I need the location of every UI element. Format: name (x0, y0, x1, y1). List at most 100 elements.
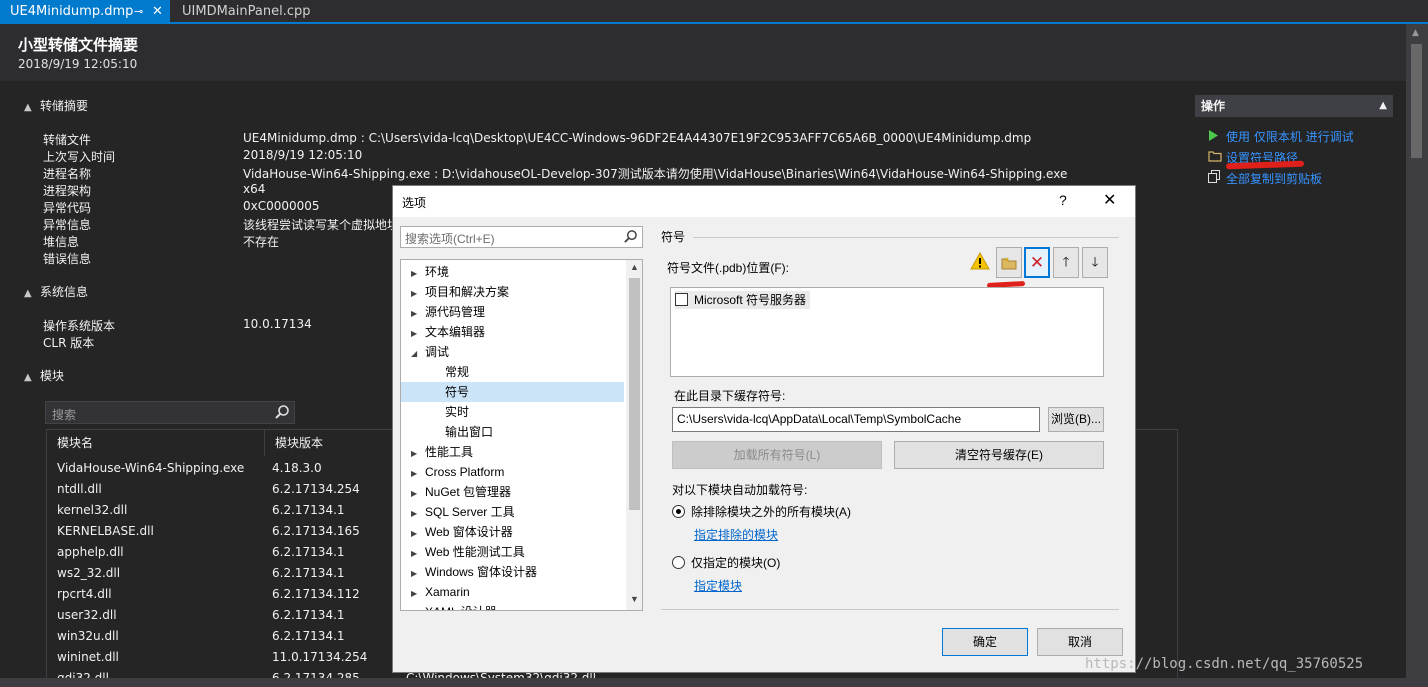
tree-item-label: XAML 设计器 (425, 605, 497, 610)
tree-item[interactable]: ▶ SQL Server 工具 (401, 502, 624, 522)
tree-item[interactable]: ▶ Xamarin (401, 582, 624, 602)
page-header: 小型转储文件摘要 2018/9/19 12:05:10 (0, 24, 1406, 81)
tree-item[interactable]: ▶ Windows 窗体设计器 (401, 562, 624, 582)
tree-item[interactable]: ▶ Cross Platform (401, 462, 624, 482)
ok-button[interactable]: 确定 (942, 628, 1028, 656)
tree-scrollbar[interactable]: ▲ ▼ (626, 260, 642, 610)
tree-item-label: 项目和解决方案 (425, 285, 510, 299)
radio-button[interactable] (672, 556, 685, 569)
load-all-symbols-button[interactable]: 加载所有符号(L) (672, 441, 882, 469)
scroll-down-icon[interactable]: ▼ (630, 594, 639, 604)
module-version-cell: 6.2.17134.165 (272, 524, 360, 538)
section-title: 转储摘要 (40, 99, 89, 113)
collapse-icon[interactable]: ◢ (411, 344, 425, 364)
expand-icon[interactable]: ▶ (411, 324, 425, 344)
scrollbar-thumb[interactable] (1411, 44, 1422, 158)
heading-divider (693, 237, 1119, 238)
copy-all-to-clipboard-link[interactable]: 全部复制到剪贴板 (1208, 170, 1322, 187)
pin-icon[interactable]: ⊸ (134, 0, 143, 24)
module-version-cell: 6.2.17134.112 (272, 587, 360, 601)
clear-symbol-cache-button[interactable]: 清空符号缓存(E) (894, 441, 1104, 469)
cache-dir-input[interactable]: C:\Users\vida-lcq\AppData\Local\Temp\Sym… (672, 407, 1040, 432)
section-system-info[interactable]: ▲ 系统信息 (24, 283, 88, 300)
symbol-server-item[interactable]: Microsoft 符号服务器 (675, 291, 811, 309)
tree-item[interactable]: ▶ 环境 (401, 262, 624, 282)
tree-item[interactable]: 常规 (401, 362, 624, 382)
cancel-button[interactable]: 取消 (1037, 628, 1123, 656)
module-name-cell: apphelp.dll (57, 545, 124, 559)
search-icon[interactable] (623, 229, 638, 247)
action-label: 全部复制到剪贴板 (1226, 172, 1323, 186)
tree-item[interactable]: ▶ Web 窗体设计器 (401, 522, 624, 542)
close-dialog-button[interactable]: ✕ (1103, 190, 1116, 210)
cache-dir-label: 在此目录下缓存符号: (674, 389, 786, 403)
module-version-cell: 6.2.17134.1 (272, 545, 345, 559)
tree-item-label: NuGet 包管理器 (425, 485, 512, 499)
dialog-title: 选项 (402, 196, 427, 210)
expand-icon[interactable]: ▶ (411, 504, 425, 524)
expand-icon[interactable]: ▶ (411, 464, 425, 484)
radio-button[interactable] (672, 505, 685, 518)
vertical-scrollbar[interactable]: ▲ (1406, 24, 1428, 687)
tree-item[interactable]: ▶ 性能工具 (401, 442, 624, 462)
tree-item[interactable]: 符号 (401, 382, 624, 402)
module-version-cell: 6.2.17134.1 (272, 608, 345, 622)
scroll-up-icon[interactable]: ▲ (1412, 28, 1419, 38)
document-tab-bar: UE4Minidump.dmp ⊸ ✕ UIMDMainPanel.cpp (0, 0, 1428, 24)
debug-native-only-link[interactable]: 使用 仅限本机 进行调试 (1208, 128, 1354, 145)
scrollbar-thumb[interactable] (629, 278, 640, 510)
expand-icon[interactable]: ▶ (411, 284, 425, 304)
summary-value: 0xC0000005 (243, 199, 320, 213)
expand-icon[interactable]: ▶ (411, 484, 425, 504)
column-header-module-name[interactable]: 模块名 (47, 430, 265, 456)
summary-label: 异常代码 (43, 201, 92, 215)
tree-item[interactable]: ▶ Web 性能测试工具 (401, 542, 624, 562)
expand-icon[interactable]: ▶ (411, 524, 425, 544)
actions-panel-header[interactable]: 操作 ▲ (1195, 95, 1393, 117)
summary-label: 进程架构 (43, 184, 92, 198)
tab-uimdmainpanel[interactable]: UIMDMainPanel.cpp (172, 0, 332, 24)
section-dump-summary[interactable]: ▲ 转储摘要 (24, 97, 88, 114)
section-modules[interactable]: ▲ 模块 (24, 367, 64, 384)
radio-all-except-excluded[interactable]: 除排除模块之外的所有模块(A) (672, 503, 851, 520)
help-button[interactable]: ? (1059, 192, 1067, 208)
horizontal-scrollbar[interactable] (0, 678, 1406, 687)
expand-icon[interactable]: ▶ (411, 584, 425, 604)
tree-item-label: SQL Server 工具 (425, 505, 515, 519)
collapse-icon: ▲ (24, 372, 32, 383)
new-symbol-location-button[interactable]: ✶ (996, 247, 1022, 278)
tree-item[interactable]: 实时 (401, 402, 624, 422)
search-icon[interactable] (274, 404, 290, 423)
specify-excluded-modules-link[interactable]: 指定排除的模块 (694, 526, 778, 543)
move-up-button[interactable]: 🡑 (1053, 247, 1079, 278)
scroll-up-icon[interactable]: ▲ (630, 262, 639, 272)
tree-item[interactable]: ▶XAML 设计器 (401, 602, 624, 610)
remove-symbol-location-button[interactable]: ✕ (1024, 247, 1050, 278)
tree-item[interactable]: ◢ 调试 (401, 342, 624, 362)
tree-item[interactable]: 输出窗口 (401, 422, 624, 442)
tab-ue4minidump[interactable]: UE4Minidump.dmp ⊸ ✕ (0, 0, 170, 24)
expand-icon[interactable]: ▶ (411, 544, 425, 564)
tree-item[interactable]: ▶ 项目和解决方案 (401, 282, 624, 302)
options-search-input[interactable]: 搜索选项(Ctrl+E) (400, 226, 643, 248)
expand-icon[interactable]: ▶ (411, 264, 425, 284)
checkbox[interactable] (675, 293, 688, 306)
browse-button[interactable]: 浏览(B)... (1048, 407, 1104, 432)
radio-only-specified[interactable]: 仅指定的模块(O) (672, 554, 780, 571)
tree-item[interactable]: ▶ NuGet 包管理器 (401, 482, 624, 502)
column-header-module-version[interactable]: 模块版本 (265, 430, 395, 456)
action-label: 使用 仅限本机 进行调试 (1226, 130, 1354, 144)
specify-modules-link[interactable]: 指定模块 (694, 577, 742, 594)
options-dialog: 选项 ? ✕ 搜索选项(Ctrl+E) ▶ 环境 ▶ 项目和解决方案 ▶ 源代码管理 ▶ 文本… (392, 185, 1136, 673)
expand-icon[interactable]: ▶ (411, 604, 425, 610)
tree-item-label: 常规 (445, 365, 470, 379)
close-tab-icon[interactable]: ✕ (152, 0, 163, 24)
module-search-input[interactable]: 搜索 (45, 401, 295, 424)
tree-item-label: Windows 窗体设计器 (425, 565, 538, 579)
expand-icon[interactable]: ▶ (411, 564, 425, 584)
expand-icon[interactable]: ▶ (411, 304, 425, 324)
expand-icon[interactable]: ▶ (411, 444, 425, 464)
move-down-button[interactable]: 🡓 (1082, 247, 1108, 278)
tree-item[interactable]: ▶ 文本编辑器 (401, 322, 624, 342)
tree-item[interactable]: ▶ 源代码管理 (401, 302, 624, 322)
